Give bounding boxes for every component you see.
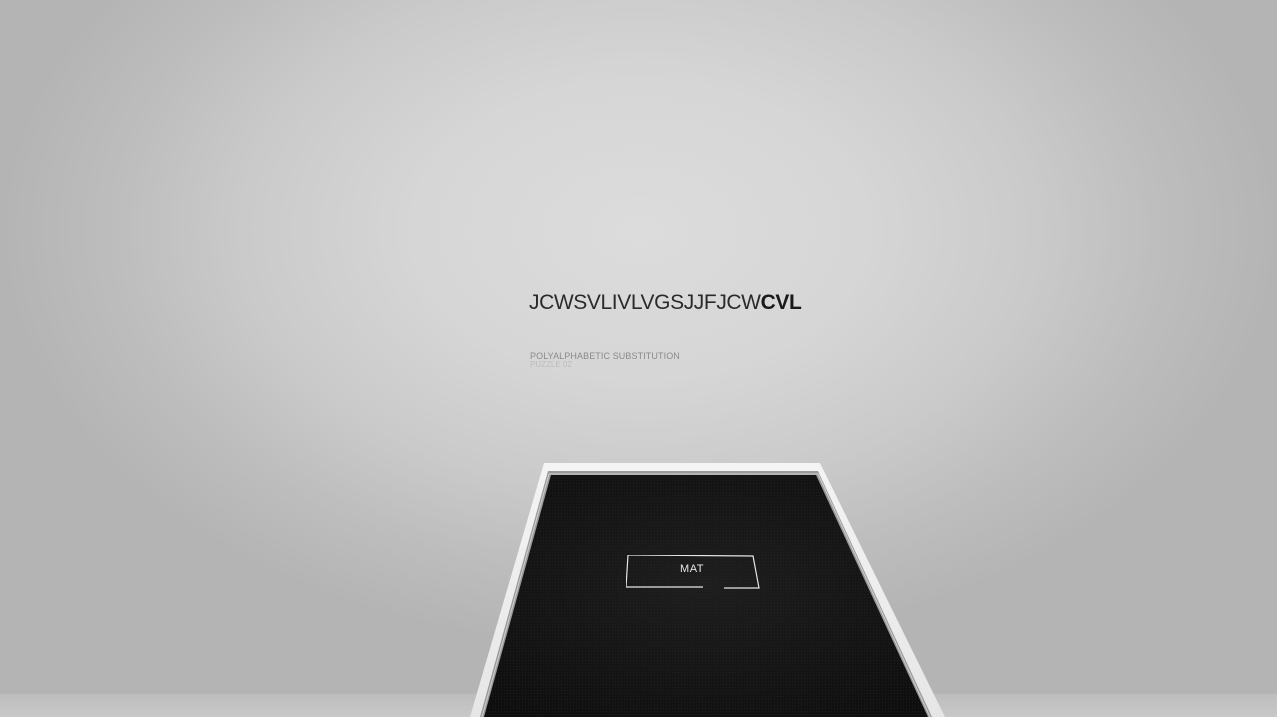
answer-text: MAT (680, 563, 704, 575)
answer-input-box[interactable]: MAT (626, 555, 760, 589)
game-scene: JCWSVLIVLVGSJJFJCWCVL POLYALPHABETIC SUB… (0, 0, 1277, 717)
pedestal[interactable] (0, 0, 1277, 717)
